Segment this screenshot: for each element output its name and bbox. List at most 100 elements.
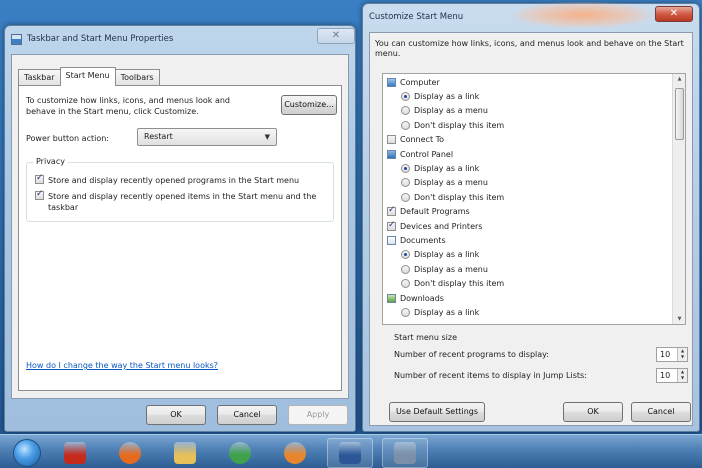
left-window-title: Taskbar and Start Menu Properties xyxy=(27,34,174,44)
list-item[interactable]: Display as a menu xyxy=(401,263,488,275)
jump-list-spinner[interactable]: 10 ▲ ▼ xyxy=(656,368,688,383)
taskbar-button[interactable] xyxy=(52,438,98,468)
list-item[interactable]: Don't display this item xyxy=(401,278,504,290)
radio-button[interactable] xyxy=(401,307,410,317)
taskbar-button[interactable] xyxy=(4,438,50,468)
right-dialog-body: You can customize how links, icons, and … xyxy=(369,32,693,426)
tab-toolbars[interactable]: Toolbars xyxy=(114,69,160,86)
right-window-title: Customize Start Menu xyxy=(369,12,464,22)
privacy-programs-checkbox[interactable] xyxy=(35,173,44,184)
list-item[interactable]: Computer xyxy=(387,76,440,88)
list-item-label: Downloads xyxy=(400,293,444,303)
radio-button[interactable] xyxy=(401,120,410,130)
list-item-label: Display as a link xyxy=(414,307,480,317)
list-item-label: Computer xyxy=(400,77,440,87)
radio-button[interactable] xyxy=(401,91,410,101)
list-item-label: Display as a menu xyxy=(414,178,488,188)
start-orb-icon xyxy=(13,439,41,467)
list-item[interactable]: Default Programs xyxy=(387,205,470,218)
left-ok-button[interactable]: OK xyxy=(146,405,206,425)
left-close-button[interactable]: ✕ xyxy=(317,28,355,44)
apply-button[interactable]: Apply xyxy=(288,405,348,425)
list-item[interactable]: Control Panel xyxy=(387,148,453,160)
privacy-group-title: Privacy xyxy=(33,157,68,166)
start-menu-options-list[interactable]: ▲ ▼ Computer Display as a link Display as … xyxy=(382,73,686,325)
customize-button[interactable]: Customize... xyxy=(281,95,337,115)
scroll-thumb[interactable] xyxy=(675,88,684,140)
recent-programs-spinner[interactable]: 10 ▲ ▼ xyxy=(656,347,688,362)
checkbox[interactable] xyxy=(387,205,396,217)
left-cancel-button[interactable]: Cancel xyxy=(217,405,277,425)
radio-button[interactable] xyxy=(401,250,410,260)
documents-icon xyxy=(387,235,396,245)
list-item[interactable]: Display as a link xyxy=(401,306,479,318)
list-item[interactable]: Display as a link xyxy=(401,162,479,174)
tab-start-menu[interactable]: Start Menu xyxy=(59,67,116,86)
power-button-value: Restart xyxy=(144,132,173,141)
list-item-label: Display as a link xyxy=(414,250,480,260)
start-menu-description: To customize how links, icons, and menus… xyxy=(26,96,231,116)
scroll-down-icon[interactable]: ▼ xyxy=(675,316,684,322)
list-item-label: Don't display this item xyxy=(414,279,505,289)
list-item[interactable]: Devices and Printers xyxy=(387,220,482,232)
list-item-label: Display as a link xyxy=(414,163,480,173)
right-title-bar[interactable]: Customize Start Menu ✕ xyxy=(363,4,699,30)
adobe-reader-icon xyxy=(64,442,86,464)
customize-description: You can customize how links, icons, and … xyxy=(375,39,684,58)
taskbar-button[interactable] xyxy=(217,438,263,468)
right-close-button[interactable]: ✕ xyxy=(655,6,693,22)
spinner-arrows-icon[interactable]: ▲ ▼ xyxy=(677,348,687,361)
taskbar-button[interactable] xyxy=(162,438,208,468)
list-item[interactable]: Don't display this item xyxy=(401,119,504,131)
checkbox[interactable] xyxy=(387,220,396,231)
taskbar-button[interactable] xyxy=(107,438,153,468)
list-item[interactable]: Display as a link xyxy=(401,249,479,261)
spinner-arrows-icon[interactable]: ▲ ▼ xyxy=(677,369,687,382)
tab-taskbar[interactable]: Taskbar xyxy=(18,69,61,86)
radio-button[interactable] xyxy=(401,279,410,289)
privacy-option-items[interactable]: Store and display recently opened items … xyxy=(35,189,331,213)
taskbar-button[interactable] xyxy=(327,438,373,468)
list-item[interactable]: Display as a menu xyxy=(401,105,488,117)
list-item[interactable]: Documents xyxy=(387,234,446,246)
radio-button[interactable] xyxy=(401,106,410,116)
computer-icon xyxy=(387,77,396,87)
jump-list-value: 10 xyxy=(660,371,671,380)
list-item-label: Don't display this item xyxy=(414,120,505,130)
list-item[interactable]: Downloads xyxy=(387,292,444,304)
radio-button[interactable] xyxy=(401,163,410,173)
recent-programs-value: 10 xyxy=(660,350,671,359)
checkbox[interactable] xyxy=(387,135,396,145)
power-button-select[interactable]: Restart ▼ xyxy=(137,128,277,146)
use-default-settings-button[interactable]: Use Default Settings xyxy=(389,402,485,422)
downloads-icon xyxy=(387,293,396,303)
right-ok-button[interactable]: OK xyxy=(563,402,623,422)
list-item-label: Devices and Printers xyxy=(400,221,483,231)
left-title-bar[interactable]: Taskbar and Start Menu Properties ✕ xyxy=(5,26,355,52)
list-item-label: Documents xyxy=(400,235,446,245)
radio-button[interactable] xyxy=(401,178,410,188)
radio-button[interactable] xyxy=(401,192,410,202)
taskbar-button[interactable] xyxy=(382,438,428,468)
list-item-label: Don't display this item xyxy=(414,192,505,202)
right-cancel-button[interactable]: Cancel xyxy=(631,402,691,422)
file-explorer-icon xyxy=(174,442,196,464)
help-link[interactable]: How do I change the way the Start menu l… xyxy=(26,361,218,370)
list-item[interactable]: Display as a menu xyxy=(401,177,488,189)
list-item-label: Display as a menu xyxy=(414,264,488,274)
radio-button[interactable] xyxy=(401,264,410,274)
chevron-down-icon: ▼ xyxy=(264,133,270,141)
taskbar-button[interactable] xyxy=(272,438,318,468)
taskbar xyxy=(0,434,702,468)
list-item[interactable]: Connect To xyxy=(387,134,444,146)
customize-start-menu-window: Customize Start Menu ✕ You can customize… xyxy=(362,2,700,432)
privacy-items-checkbox[interactable] xyxy=(35,189,44,200)
list-item[interactable]: Don't display this item xyxy=(401,191,504,203)
list-item[interactable]: Display as a link xyxy=(401,90,479,102)
list-scrollbar[interactable]: ▲ ▼ xyxy=(672,74,685,324)
list-item-label: Control Panel xyxy=(400,149,454,159)
privacy-items-label: Store and display recently opened items … xyxy=(48,192,317,212)
properties-app-icon xyxy=(11,33,22,45)
scroll-up-icon[interactable]: ▲ xyxy=(675,76,684,82)
privacy-option-programs[interactable]: Store and display recently opened progra… xyxy=(35,173,331,186)
